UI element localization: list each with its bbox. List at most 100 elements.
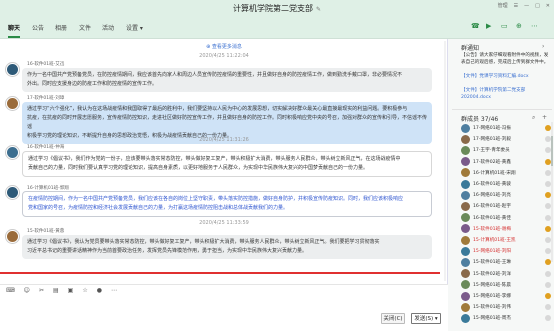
member-item[interactable]: 16-网络01班-刘亮 — [461, 190, 551, 200]
tab-chat[interactable]: 聊天 — [8, 23, 21, 38]
mic-icon[interactable]: ● — [97, 287, 102, 294]
more-icon[interactable]: ⋯ — [531, 22, 538, 30]
member-name: 15-软件01班-谢梅 — [473, 226, 511, 232]
star-icon[interactable]: ☆ — [82, 287, 87, 294]
message-line: 通过学习《倡议书》，我认为党员要带头落实常态防控，带头做好复工复产，带头积极扩大… — [27, 239, 380, 245]
image-icon[interactable]: ▣ — [68, 287, 74, 294]
more-tools-icon[interactable]: ⋯ — [111, 287, 117, 294]
message-bubble: 通过学习《倡议书》，我认为党员要带头落实常态防控，带头做好复工复产，带头积极扩大… — [22, 235, 432, 259]
tab-settings[interactable]: 设置 ▾ — [126, 23, 143, 32]
member-item[interactable]: 17-软件02班-黄鑫 — [461, 157, 551, 167]
load-more-link[interactable]: ⊕ 查看更多消息 — [0, 43, 447, 50]
message-line: 作为一名中国共产党预备党员，在防控疫情期间，我应该首先向家人和周边人员宣传防控疫… — [27, 72, 403, 78]
pencil-icon[interactable]: ✎ — [316, 6, 321, 13]
member-item[interactable]: 15-网络01班-陈晨 — [461, 280, 551, 290]
notice-title: 群通知 — [461, 45, 480, 52]
member-item[interactable]: 16-计算机01班-宋翔 — [461, 168, 551, 178]
member-name: 15-计算机01班-王凯 — [473, 238, 516, 243]
send-options-icon[interactable]: ▾ — [435, 316, 438, 322]
status-icon — [545, 315, 551, 322]
message-sender[interactable]: 17-软件01班-刘璋 — [27, 95, 64, 101]
avatar — [461, 302, 470, 312]
member-item[interactable]: 15-网络01班-李娜 — [461, 291, 551, 301]
message-line: 在疫情防控期间，作为一名中国共产党预备党员，我们应该在各自的岗位上坚守职责，带头… — [28, 196, 404, 202]
avatar[interactable] — [6, 97, 19, 110]
member-item[interactable]: 16-软件01班-黄佳 — [461, 213, 551, 223]
member-item[interactable]: 15-软件02班-刘洋 — [461, 269, 551, 279]
avatar[interactable] — [6, 146, 19, 159]
message-line: 习近平总书记的重要讲话精神作为当前首要政治任务，发挥党员先锋模范作用，勇于担当，… — [27, 248, 308, 254]
user-label[interactable]: 管理 — [498, 2, 508, 9]
member-name: 16-网络01班-刘亮 — [473, 193, 511, 199]
title-bar: 计算机学院第二党支部 ✎ 管理 ☰ — □ ✕ — [0, 0, 554, 15]
tab-album[interactable]: 相册 — [55, 23, 67, 32]
message-line: 贡献自己的力量，同时我们要认真学习党的理论知识，提高自身素质，以更好地服务于人民… — [28, 165, 369, 171]
message-sender[interactable]: 16-软件01班-仲海 — [27, 144, 64, 150]
chat-scrollbar[interactable] — [444, 41, 446, 281]
member-item[interactable]: 17-网络01班-刘毅 — [461, 134, 551, 144]
avatar — [461, 168, 470, 178]
member-item[interactable]: 15-软件01班-王琳 — [461, 257, 551, 267]
member-item[interactable]: 15-软件01班-谢梅 — [461, 224, 551, 234]
member-item[interactable]: 15-网络01班-周杰 — [461, 313, 551, 323]
search-icon[interactable]: ⌕ — [532, 114, 535, 122]
member-item[interactable]: 15-计算机01班-王凯 — [461, 235, 551, 245]
video-icon[interactable]: ▶ — [486, 22, 491, 30]
emoji-icon[interactable]: ☺ — [24, 287, 30, 294]
member-item[interactable]: 17-王宇-青年委员 — [461, 145, 551, 155]
notice-item[interactable]: 【文件】计算机学院第二党支部202004.docx — [461, 87, 551, 101]
send-label: 发送(S) — [414, 316, 434, 322]
member-item[interactable]: 15-网络01班-刘阳 — [461, 246, 551, 256]
member-item[interactable]: 17-网络01班-冯振 — [461, 123, 551, 133]
tab-files[interactable]: 文件 — [79, 23, 91, 32]
member-item[interactable]: 16-软件01班-赵宇 — [461, 201, 551, 211]
tab-activity[interactable]: 活动 — [102, 23, 114, 32]
scroll-thumb[interactable] — [551, 136, 553, 166]
phone-icon[interactable]: ☎ — [471, 22, 480, 30]
close-button[interactable]: 关闭(C) — [381, 313, 405, 324]
member-item[interactable]: 16-软件01班-黄骏 — [461, 179, 551, 189]
notice-item[interactable]: 【公告】请大家仔细观看附件中的视频，发表自己的观后感，完成后上传到群文件中。 — [461, 52, 551, 66]
avatar — [461, 179, 470, 189]
member-item[interactable]: 15-软件01班-刘伟 — [461, 302, 551, 312]
avatar — [461, 246, 470, 256]
status-icon — [545, 270, 551, 277]
divider — [452, 109, 552, 110]
add-user-icon[interactable]: + — [542, 114, 547, 121]
avatar — [461, 190, 470, 200]
scissors-icon[interactable]: ✂ — [39, 287, 44, 294]
tab-bar: 聊天 公告 相册 文件 活动 设置 ▾ ☎ ▶ ▭ ⊕ ⋯ — [0, 15, 554, 39]
tab-announcement[interactable]: 公告 — [32, 23, 44, 32]
chevron-right-icon[interactable]: › — [542, 43, 544, 50]
message-line: 外出。同时应支援身边的防疫工作和防控疫情的宣传工作。 — [27, 81, 158, 87]
member-name: 17-网络01班-冯振 — [473, 126, 511, 131]
avatar — [461, 213, 470, 223]
send-button[interactable]: 发送(S) ▾ — [411, 313, 441, 324]
member-name: 17-网络01班-刘毅 — [473, 137, 511, 143]
input-toolbar: ⌨ ☺ ✂ ▤ ▣ ☆ ● ⋯ — [0, 284, 448, 296]
folder-icon[interactable]: ▤ — [53, 287, 59, 294]
message-line: 通过学习《倡议书》，我们作为党的一份子，应该要带头落实常态防控，带头做好复工复产… — [28, 156, 401, 162]
message-sender[interactable]: 15-软件01班-黄蓉 — [27, 228, 64, 234]
avatar[interactable] — [6, 186, 19, 199]
avatar — [461, 145, 470, 155]
minimize-icon[interactable]: — — [524, 3, 529, 9]
avatar — [461, 280, 470, 290]
menu-icon[interactable]: ☰ — [514, 3, 518, 9]
avatar — [461, 235, 470, 245]
add-member-icon[interactable]: ⊕ — [516, 22, 522, 30]
avatar[interactable] — [6, 63, 19, 76]
close-icon[interactable]: ✕ — [546, 3, 550, 9]
notice-text: 【文件】党课学习资料汇编.docx — [461, 74, 529, 79]
message-sender[interactable]: 16-软件01班-艾迅 — [27, 61, 64, 67]
avatar — [461, 123, 470, 133]
notice-item[interactable]: 【文件】党课学习资料汇编.docx — [461, 73, 551, 80]
keyboard-icon[interactable]: ⌨ — [6, 287, 15, 294]
members-title: 群成员 37/46 — [461, 116, 499, 123]
member-name: 16-软件01班-黄骏 — [473, 182, 511, 187]
member-name: 17-软件02班-黄鑫 — [473, 159, 511, 165]
avatar[interactable] — [6, 230, 19, 243]
maximize-icon[interactable]: □ — [535, 3, 540, 9]
member-scrollbar[interactable] — [551, 122, 553, 262]
screen-share-icon[interactable]: ▭ — [501, 22, 508, 30]
